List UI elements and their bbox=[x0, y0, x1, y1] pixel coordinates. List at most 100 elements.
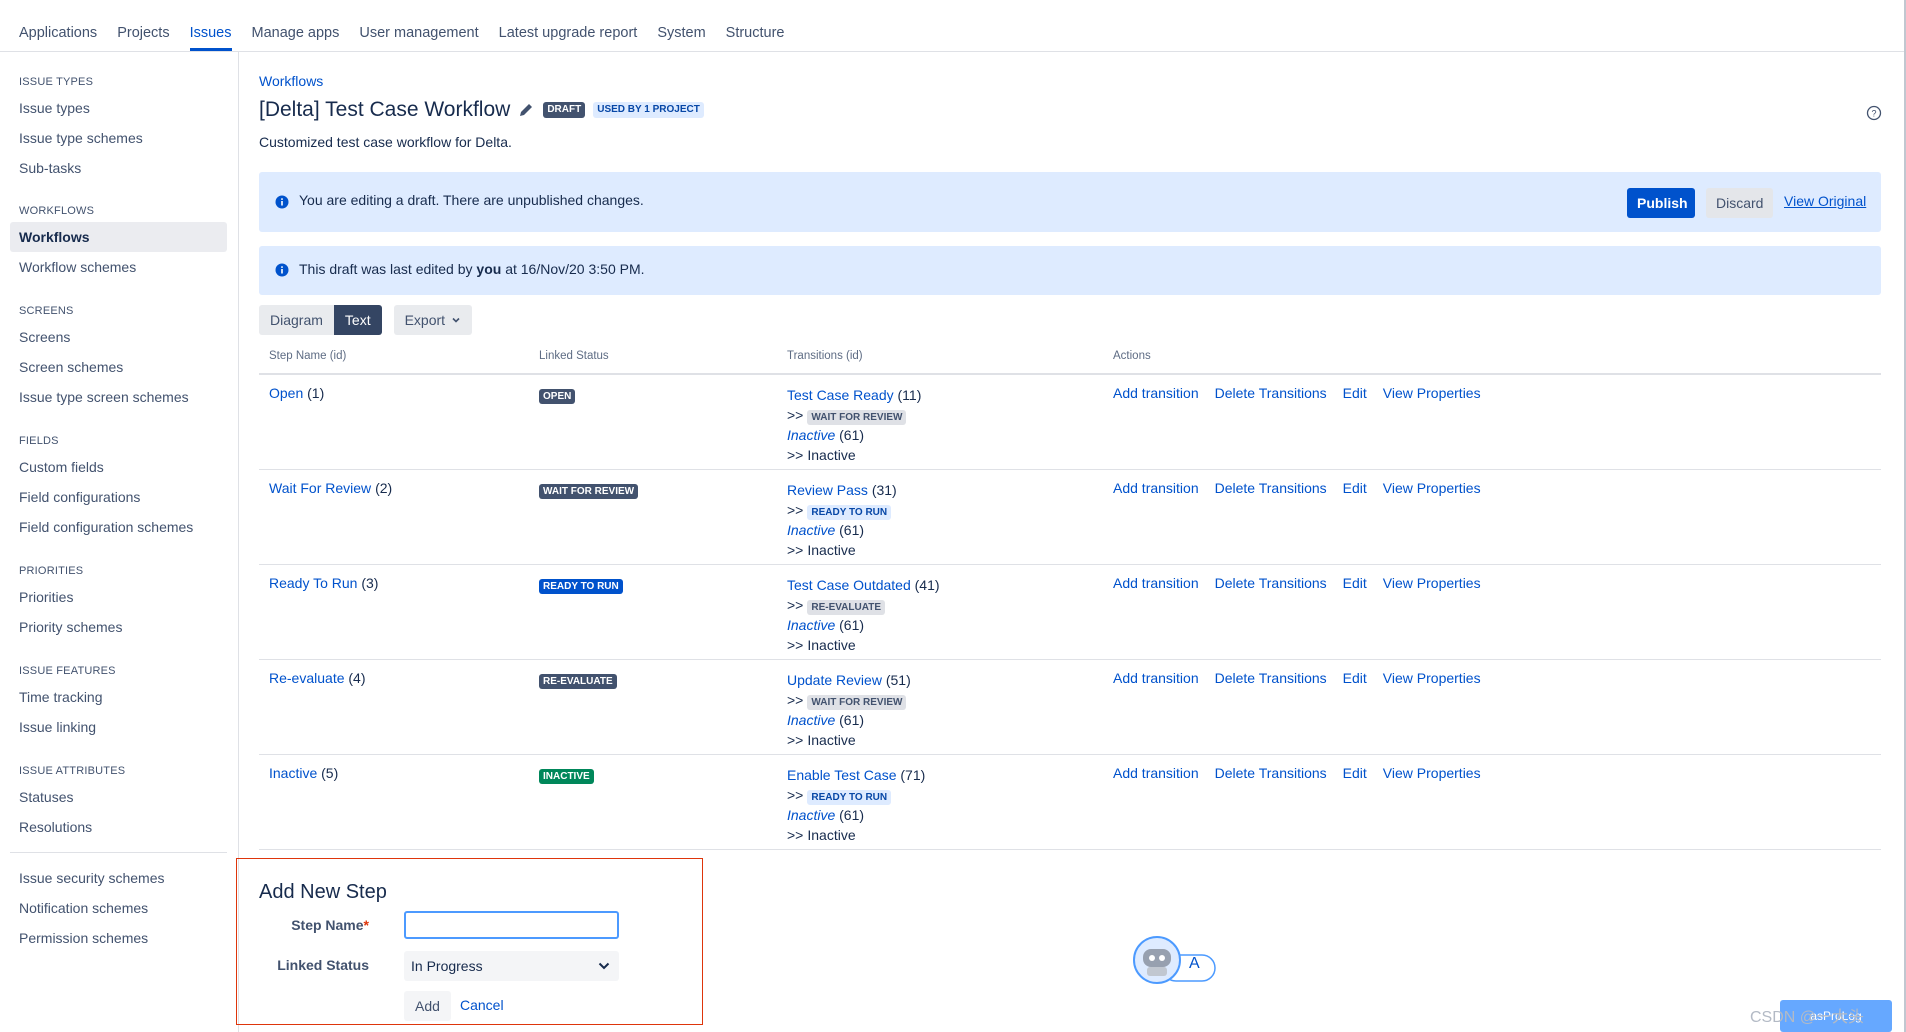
add-transition-link[interactable]: Add transition bbox=[1113, 385, 1199, 401]
discard-button[interactable]: Discard bbox=[1706, 188, 1773, 218]
actions-cell: Add transition Delete Transitions Edit V… bbox=[1113, 480, 1481, 496]
view-original-link[interactable]: View Original bbox=[1784, 193, 1866, 209]
draft-badge: DRAFT bbox=[543, 102, 586, 118]
assistant-badge: A bbox=[1189, 955, 1200, 972]
sidebar-item-field-configurations[interactable]: Field configurations bbox=[10, 482, 227, 512]
workflow-description: Customized test case workflow for Delta. bbox=[259, 134, 512, 150]
transition-link[interactable]: Test Case Outdated bbox=[787, 577, 911, 593]
add-transition-link[interactable]: Add transition bbox=[1113, 575, 1199, 591]
sidebar-item-issue-security-schemes[interactable]: Issue security schemes bbox=[10, 863, 227, 893]
sidebar-item-priority-schemes[interactable]: Priority schemes bbox=[10, 612, 227, 642]
step-name-link[interactable]: Ready To Run bbox=[269, 575, 357, 591]
step-name-input[interactable] bbox=[404, 911, 619, 939]
sidebar-item-issue-types[interactable]: Issue types bbox=[10, 93, 227, 123]
transitions-cell: Test Case Ready (11) >> WAIT FOR REVIEW I… bbox=[787, 385, 921, 465]
tab-issues[interactable]: Issues bbox=[189, 0, 232, 51]
transition-id: (61) bbox=[839, 522, 865, 538]
transition-link[interactable]: Update Review bbox=[787, 672, 882, 688]
sidebar-item-notification-schemes[interactable]: Notification schemes bbox=[10, 893, 227, 923]
sidebar-item-screen-schemes[interactable]: Screen schemes bbox=[10, 352, 227, 382]
sidebar-item-screens[interactable]: Screens bbox=[10, 322, 227, 352]
view-properties-link[interactable]: View Properties bbox=[1383, 575, 1481, 591]
sidebar-item-permission-schemes[interactable]: Permission schemes bbox=[10, 923, 227, 953]
publish-button[interactable]: Publish bbox=[1627, 188, 1695, 218]
table-row: Re-evaluate (4) RE-EVALUATE Update Revie… bbox=[259, 660, 1881, 755]
step-name-link[interactable]: Re-evaluate bbox=[269, 670, 345, 686]
edit-pencil-icon[interactable] bbox=[518, 102, 534, 118]
table-row: Ready To Run (3) READY TO RUN Test Case … bbox=[259, 565, 1881, 660]
last-edited-message: This draft was last edited by you at 16/… bbox=[299, 261, 645, 277]
view-properties-link[interactable]: View Properties bbox=[1383, 480, 1481, 496]
sidebar-item-time-tracking[interactable]: Time tracking bbox=[10, 682, 227, 712]
view-properties-link[interactable]: View Properties bbox=[1383, 670, 1481, 686]
step-id: (5) bbox=[321, 765, 339, 781]
sidebar-item-field-configuration-schemes[interactable]: Field configuration schemes bbox=[10, 512, 227, 542]
sidebar-item-custom-fields[interactable]: Custom fields bbox=[10, 452, 227, 482]
tab-projects[interactable]: Projects bbox=[117, 0, 169, 51]
delete-transitions-link[interactable]: Delete Transitions bbox=[1215, 480, 1327, 496]
delete-transitions-link[interactable]: Delete Transitions bbox=[1215, 670, 1327, 686]
tab-latest-upgrade-report[interactable]: Latest upgrade report bbox=[499, 0, 638, 51]
add-transition-link[interactable]: Add transition bbox=[1113, 670, 1199, 686]
transition-link[interactable]: Enable Test Case bbox=[787, 767, 896, 783]
transition-link[interactable]: Inactive bbox=[787, 427, 835, 443]
edit-step-link[interactable]: Edit bbox=[1343, 385, 1367, 401]
delete-transitions-link[interactable]: Delete Transitions bbox=[1215, 385, 1327, 401]
sidebar-item-priorities[interactable]: Priorities bbox=[10, 582, 227, 612]
tab-user-management[interactable]: User management bbox=[359, 0, 478, 51]
add-step-button[interactable]: Add bbox=[404, 991, 451, 1021]
transition-link[interactable]: Inactive bbox=[787, 522, 835, 538]
transition-link[interactable]: Inactive bbox=[787, 617, 835, 633]
help-icon[interactable]: ? bbox=[1866, 105, 1882, 121]
linked-status-cell: OPEN bbox=[539, 386, 576, 404]
text-view-button[interactable]: Text bbox=[333, 305, 382, 335]
view-properties-link[interactable]: View Properties bbox=[1383, 765, 1481, 781]
actions-cell: Add transition Delete Transitions Edit V… bbox=[1113, 765, 1481, 781]
transition-link[interactable]: Inactive bbox=[787, 712, 835, 728]
step-name-link[interactable]: Inactive bbox=[269, 765, 317, 781]
step-name-link[interactable]: Open bbox=[269, 385, 303, 401]
sidebar-item-issue-type-schemes[interactable]: Issue type schemes bbox=[10, 123, 227, 153]
tab-applications[interactable]: Applications bbox=[19, 0, 97, 51]
diagram-view-button[interactable]: Diagram bbox=[259, 305, 334, 335]
edit-step-link[interactable]: Edit bbox=[1343, 575, 1367, 591]
add-transition-link[interactable]: Add transition bbox=[1113, 765, 1199, 781]
transition-id: (71) bbox=[900, 767, 926, 783]
edit-step-link[interactable]: Edit bbox=[1343, 670, 1367, 686]
tab-structure[interactable]: Structure bbox=[726, 0, 785, 51]
sidebar-item-workflow-schemes[interactable]: Workflow schemes bbox=[10, 252, 227, 282]
export-dropdown[interactable]: Export bbox=[393, 305, 473, 335]
step-name-link[interactable]: Wait For Review bbox=[269, 480, 371, 496]
cancel-link[interactable]: Cancel bbox=[460, 997, 504, 1013]
breadcrumb-workflows[interactable]: Workflows bbox=[259, 73, 323, 89]
delete-transitions-link[interactable]: Delete Transitions bbox=[1215, 575, 1327, 591]
step-name-label: Step Name* bbox=[237, 917, 369, 933]
sidebar-item-issue-linking[interactable]: Issue linking bbox=[10, 712, 227, 742]
used-by-project-badge[interactable]: USED BY 1 PROJECT bbox=[593, 102, 704, 118]
transition-id: (61) bbox=[839, 807, 865, 823]
edit-step-link[interactable]: Edit bbox=[1343, 765, 1367, 781]
chevron-down-icon bbox=[452, 317, 460, 323]
sidebar-item-issue-type-screen-schemes[interactable]: Issue type screen schemes bbox=[10, 382, 227, 412]
assistant-widget[interactable]: A bbox=[1133, 935, 1217, 985]
add-transition-link[interactable]: Add transition bbox=[1113, 480, 1199, 496]
transition-id: (41) bbox=[914, 577, 940, 593]
delete-transitions-link[interactable]: Delete Transitions bbox=[1215, 765, 1327, 781]
linked-status-select[interactable]: In Progress bbox=[404, 951, 619, 981]
transition-id: (31) bbox=[871, 482, 897, 498]
view-properties-link[interactable]: View Properties bbox=[1383, 385, 1481, 401]
transition-arrow: >> bbox=[787, 827, 804, 843]
tab-manage-apps[interactable]: Manage apps bbox=[252, 0, 340, 51]
add-step-heading: Add New Step bbox=[259, 881, 387, 903]
sidebar-item-statuses[interactable]: Statuses bbox=[10, 782, 227, 812]
target-status-text: Inactive bbox=[807, 447, 856, 463]
tab-system[interactable]: System bbox=[657, 0, 705, 51]
step-name-cell: Ready To Run (3) bbox=[269, 575, 378, 591]
edit-step-link[interactable]: Edit bbox=[1343, 480, 1367, 496]
transition-link[interactable]: Test Case Ready bbox=[787, 387, 894, 403]
sidebar-item-workflows[interactable]: Workflows bbox=[10, 222, 227, 252]
transition-link[interactable]: Inactive bbox=[787, 807, 835, 823]
sidebar-item-sub-tasks[interactable]: Sub-tasks bbox=[10, 153, 227, 183]
sidebar-item-resolutions[interactable]: Resolutions bbox=[10, 812, 227, 842]
transition-link[interactable]: Review Pass bbox=[787, 482, 868, 498]
